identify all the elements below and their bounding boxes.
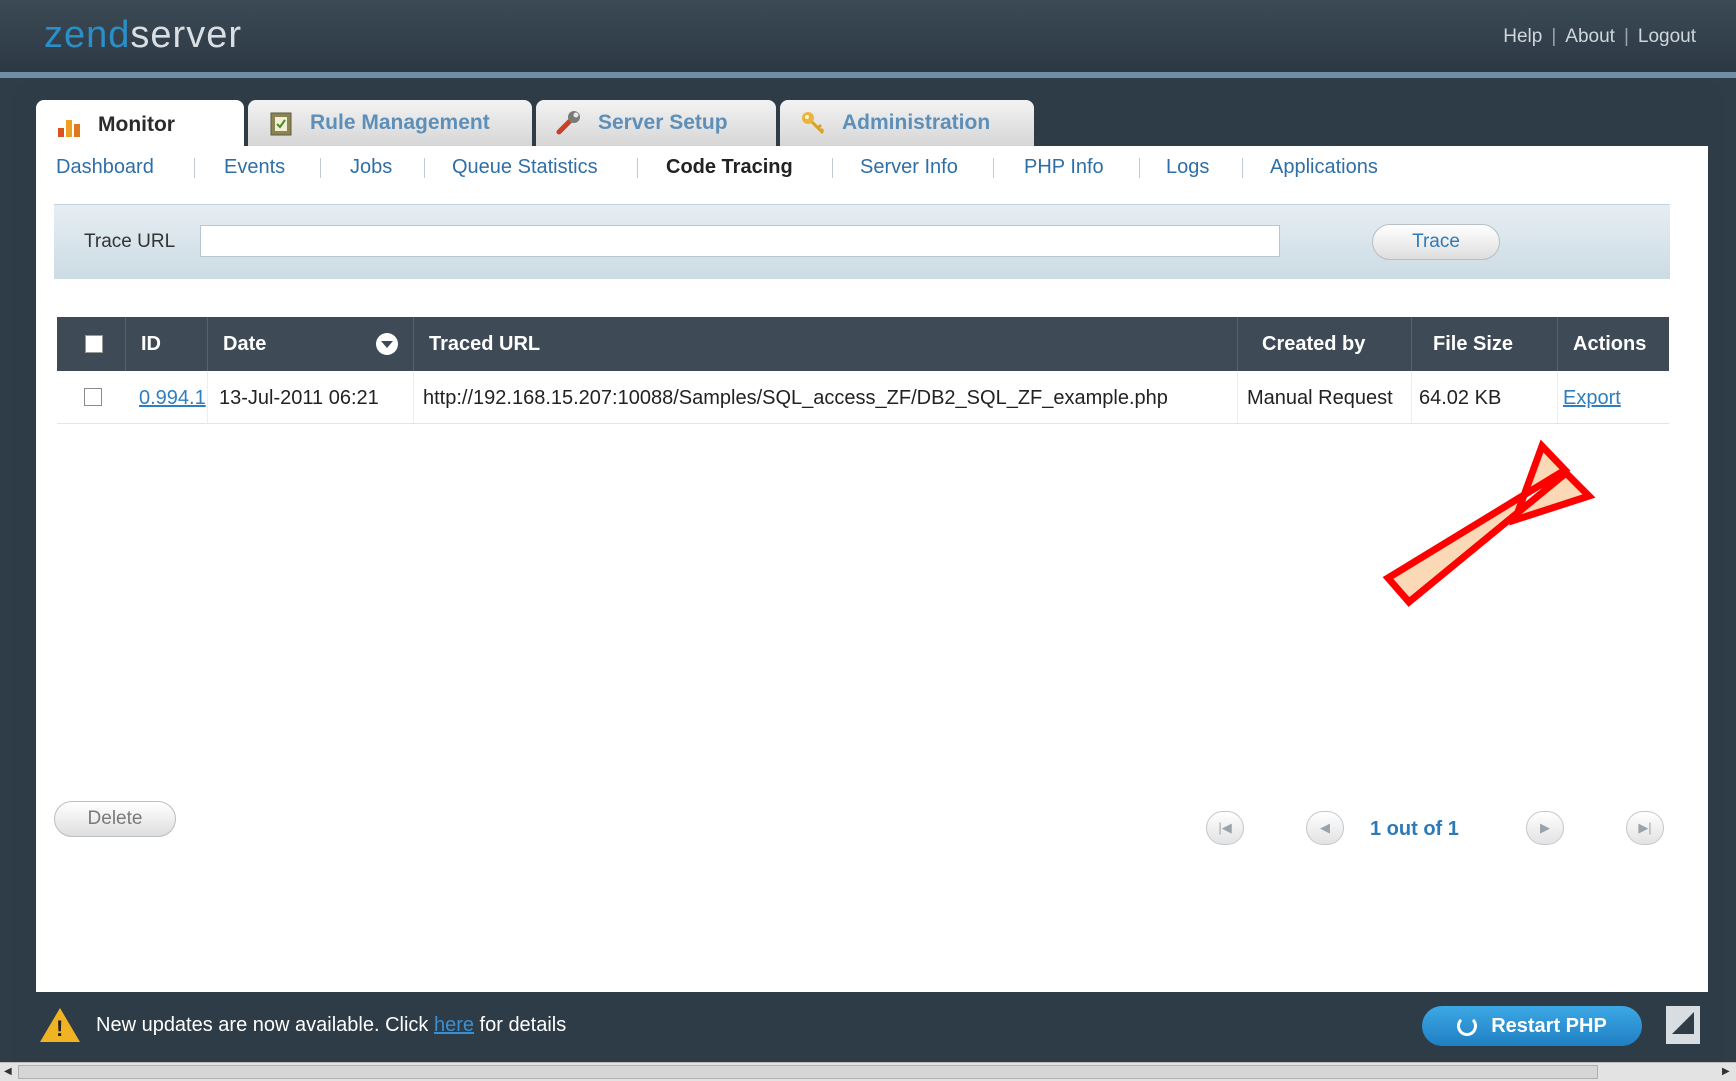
trace-url-input[interactable]: [200, 225, 1280, 257]
wrench-icon: [556, 110, 582, 136]
subnav-events[interactable]: Events: [224, 156, 285, 179]
bar-chart-icon: [56, 112, 82, 138]
tab-label: Server Setup: [598, 111, 728, 134]
zend-server-logo: zendserver: [44, 14, 242, 57]
scroll-right-arrow-icon[interactable]: ▶: [1722, 1066, 1730, 1077]
row-checkbox[interactable]: [84, 388, 102, 406]
trace-date: 13-Jul-2011 06:21: [219, 387, 379, 409]
header-accent-strip: [0, 72, 1736, 78]
zend-logo-icon: [1666, 1006, 1700, 1044]
column-header-date[interactable]: Date: [223, 333, 266, 356]
logo-brand: zend: [44, 14, 131, 56]
scroll-left-arrow-icon[interactable]: ◀: [4, 1066, 12, 1077]
first-page-button[interactable]: |◀: [1206, 811, 1244, 845]
logo-product: server: [130, 14, 242, 56]
delete-button[interactable]: Delete: [54, 801, 176, 837]
column-header-created-by[interactable]: Created by: [1262, 333, 1365, 356]
warning-icon: [40, 1008, 80, 1042]
restart-php-label: Restart PHP: [1491, 1014, 1607, 1037]
subnav-separator: [424, 158, 425, 178]
cell-separator: [1411, 371, 1412, 423]
subnav-separator: [320, 158, 321, 178]
header-separator: [1237, 317, 1238, 371]
cell-separator: [1237, 371, 1238, 423]
subnav-php-info[interactable]: PHP Info: [1024, 156, 1104, 179]
subnav-jobs[interactable]: Jobs: [350, 156, 392, 179]
trace-url-label: Trace URL: [84, 231, 176, 252]
header-separator: [207, 317, 208, 371]
zend-server-window: zendserver Help | About | Logout Monitor Rul…: [0, 0, 1736, 1081]
subnav-separator: [832, 158, 833, 178]
subnav-dashboard[interactable]: Dashboard: [56, 156, 154, 179]
scrollbar-thumb[interactable]: [18, 1065, 1598, 1079]
next-page-button[interactable]: ▶: [1526, 811, 1564, 845]
traced-url: http://192.168.15.207:10088/Samples/SQL_…: [423, 387, 1168, 409]
cell-separator: [1557, 371, 1558, 423]
code-tracing-content: Trace URL Trace ID Date Traced URL Creat…: [36, 190, 1708, 992]
subnav-separator: [637, 158, 638, 178]
header-separator: [1411, 317, 1412, 371]
subnav-server-info[interactable]: Server Info: [860, 156, 958, 179]
header-separator: [413, 317, 414, 371]
file-size: 64.02 KB: [1419, 387, 1502, 409]
trace-id-link[interactable]: 0.994.1: [139, 387, 206, 410]
table-row: 0.994.1 13-Jul-2011 06:21 http://192.168…: [57, 371, 1669, 424]
subnav-separator: [993, 158, 994, 178]
subnav-applications[interactable]: Applications: [1270, 156, 1378, 179]
horizontal-scrollbar[interactable]: ◀ ▶: [0, 1062, 1736, 1081]
restart-php-button[interactable]: Restart PHP: [1422, 1006, 1642, 1046]
tab-server-setup[interactable]: Server Setup: [536, 100, 776, 146]
cell-separator: [207, 371, 208, 423]
tab-monitor[interactable]: Monitor: [36, 100, 244, 150]
subnav-queue-statistics[interactable]: Queue Statistics: [452, 156, 598, 179]
subnav-code-tracing[interactable]: Code Tracing: [666, 156, 793, 179]
select-all-checkbox[interactable]: [85, 335, 103, 353]
subnav-separator: [194, 158, 195, 178]
pager-status: 1 out of 1: [1370, 818, 1459, 840]
logout-link[interactable]: Logout: [1638, 26, 1696, 47]
column-header-id[interactable]: ID: [141, 333, 161, 356]
about-link[interactable]: About: [1565, 26, 1615, 47]
previous-page-button[interactable]: ◀: [1306, 811, 1344, 845]
header-link-separator: |: [1551, 26, 1557, 47]
last-page-button[interactable]: ▶|: [1626, 811, 1664, 845]
help-link[interactable]: Help: [1503, 26, 1542, 47]
updates-message-text-end: for details: [473, 1014, 567, 1036]
updates-message: New updates are now available. Click her…: [96, 1014, 566, 1037]
status-footer: New updates are now available. Click her…: [12, 992, 1724, 1060]
tab-label: Monitor: [98, 113, 175, 136]
sort-descending-icon[interactable]: [376, 333, 398, 355]
column-header-actions: Actions: [1573, 333, 1647, 355]
restart-icon: [1457, 1016, 1478, 1036]
updates-message-text: New updates are now available. Click: [96, 1014, 434, 1036]
header-separator: [125, 317, 126, 371]
column-header-file-size[interactable]: File Size: [1433, 333, 1513, 356]
clipboard-icon: [268, 110, 294, 136]
subnav-separator: [1242, 158, 1243, 178]
table-header: ID Date Traced URL Created by File Size …: [57, 317, 1669, 371]
column-header-traced-url[interactable]: Traced URL: [429, 333, 540, 356]
header-separator: [1557, 317, 1558, 371]
key-icon: [800, 110, 826, 136]
export-link[interactable]: Export: [1563, 387, 1621, 410]
header-link-separator: |: [1623, 26, 1629, 47]
tab-label: Rule Management: [310, 111, 490, 134]
tab-administration[interactable]: Administration: [780, 100, 1034, 146]
tab-rule-management[interactable]: Rule Management: [248, 100, 532, 146]
updates-details-link[interactable]: here: [434, 1014, 474, 1036]
sub-navigation: Dashboard Events Jobs Queue Statistics C…: [36, 146, 1708, 191]
trace-url-bar: Trace URL Trace: [54, 204, 1670, 279]
trace-button[interactable]: Trace: [1372, 224, 1500, 260]
cell-separator: [413, 371, 414, 423]
header-links: Help | About | Logout: [1503, 26, 1696, 48]
created-by: Manual Request: [1247, 387, 1393, 409]
subnav-logs[interactable]: Logs: [1166, 156, 1209, 179]
top-header: zendserver Help | About | Logout: [0, 0, 1736, 76]
tab-label: Administration: [842, 111, 991, 134]
subnav-separator: [1139, 158, 1140, 178]
